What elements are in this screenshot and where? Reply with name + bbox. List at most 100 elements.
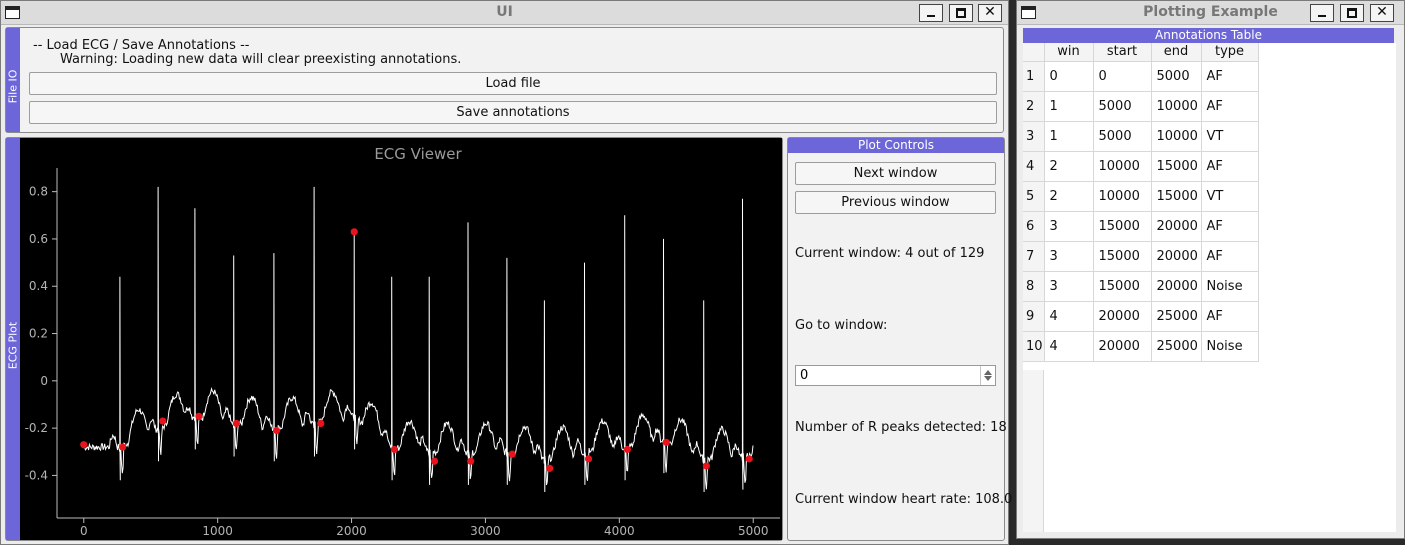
cell-win[interactable]: 3 (1044, 241, 1094, 272)
cell-win[interactable]: 4 (1044, 331, 1094, 362)
cell-start[interactable]: 10000 (1093, 181, 1152, 212)
row-number[interactable]: 1 (1023, 61, 1045, 92)
cell-type[interactable]: AF (1201, 211, 1259, 242)
cell-start[interactable]: 15000 (1093, 211, 1152, 242)
plotting-example-titlebar[interactable]: Plotting Example ✕ (1017, 1, 1404, 25)
load-file-button[interactable]: Load file (29, 72, 997, 95)
cell-type[interactable]: Noise (1201, 331, 1259, 362)
ecg-plot-canvas[interactable]: ECG Viewer -0.4 -0.2 0 0.2 0.4 0.6 0.8 0 1000 200… (20, 138, 782, 540)
table-row[interactable]: 1 0 0 5000 AF (1023, 61, 1259, 92)
plot-controls-title[interactable]: Plot Controls (788, 138, 1004, 153)
close-icon: ✕ (984, 4, 996, 20)
cell-type[interactable]: AF (1201, 301, 1259, 332)
cell-win[interactable]: 3 (1044, 271, 1094, 302)
table-row[interactable]: 8 3 15000 20000 Noise (1023, 271, 1259, 302)
cell-end[interactable]: 25000 (1151, 331, 1202, 362)
cell-win[interactable]: 0 (1044, 61, 1094, 92)
cell-start[interactable]: 20000 (1093, 331, 1152, 362)
annotations-table[interactable]: win start end type 1 0 0 5000 AF 2 1 5000 10000 A… (1023, 43, 1396, 532)
table-row[interactable]: 10 4 20000 25000 Noise (1023, 331, 1259, 362)
r-peak-marker (272, 426, 281, 435)
spinbox-arrows[interactable] (980, 366, 995, 385)
cell-type[interactable]: AF (1201, 151, 1259, 182)
cell-end[interactable]: 5000 (1151, 61, 1202, 92)
previous-window-button[interactable]: Previous window (795, 191, 996, 214)
column-header-type[interactable]: type (1201, 43, 1259, 62)
close-button[interactable]: ✕ (978, 4, 1002, 22)
annotations-table-title[interactable]: Annotations Table (1023, 28, 1394, 43)
cell-win[interactable]: 2 (1044, 151, 1094, 182)
cell-end[interactable]: 15000 (1151, 181, 1202, 212)
row-number[interactable]: 6 (1023, 211, 1045, 242)
cell-start[interactable]: 15000 (1093, 241, 1152, 272)
cell-start[interactable]: 5000 (1093, 91, 1152, 122)
table-row[interactable]: 7 3 15000 20000 AF (1023, 241, 1259, 272)
cell-start[interactable]: 0 (1093, 61, 1152, 92)
minimize-button[interactable] (1310, 4, 1334, 22)
row-number[interactable]: 7 (1023, 241, 1045, 272)
r-peak-marker (390, 445, 398, 454)
cell-start[interactable]: 15000 (1093, 271, 1152, 302)
column-header-end[interactable]: end (1151, 43, 1202, 62)
cell-win[interactable]: 3 (1044, 211, 1094, 242)
cell-type[interactable]: VT (1201, 121, 1259, 152)
annotations-grid[interactable]: win start end type 1 0 0 5000 AF 2 1 5000 10000 A… (1023, 43, 1259, 362)
row-number[interactable]: 4 (1023, 151, 1045, 182)
table-row[interactable]: 6 3 15000 20000 AF (1023, 211, 1259, 242)
table-row[interactable]: 2 1 5000 10000 AF (1023, 91, 1259, 122)
r-peak-marker (80, 441, 88, 449)
row-number[interactable]: 3 (1023, 121, 1045, 152)
row-number[interactable]: 9 (1023, 301, 1045, 332)
table-row[interactable]: 3 1 5000 10000 VT (1023, 121, 1259, 152)
close-button[interactable]: ✕ (1370, 4, 1394, 22)
row-number[interactable]: 5 (1023, 181, 1045, 212)
r-peak-marker (232, 419, 241, 428)
cell-type[interactable]: AF (1201, 241, 1259, 272)
cell-win[interactable]: 2 (1044, 181, 1094, 212)
cell-win[interactable]: 4 (1044, 301, 1094, 332)
row-number[interactable]: 2 (1023, 91, 1045, 122)
table-row[interactable]: 9 4 20000 25000 AF (1023, 301, 1259, 332)
column-header-win[interactable]: win (1044, 43, 1094, 62)
spin-up-icon[interactable] (984, 370, 992, 375)
r-peaks-count-label: Number of R peaks detected: 18 (795, 420, 1007, 435)
cell-end[interactable]: 20000 (1151, 241, 1202, 272)
file-io-dock-handle[interactable]: File IO (6, 28, 20, 132)
cell-end[interactable]: 10000 (1151, 91, 1202, 122)
ecg-trace (83, 186, 754, 493)
row-number[interactable]: 8 (1023, 271, 1045, 302)
goto-window-spinbox[interactable] (795, 365, 996, 386)
cell-start[interactable]: 5000 (1093, 121, 1152, 152)
cell-end[interactable]: 20000 (1151, 271, 1202, 302)
cell-start[interactable]: 10000 (1093, 151, 1152, 182)
table-row[interactable]: 5 2 10000 15000 VT (1023, 181, 1259, 212)
file-io-heading: -- Load ECG / Save Annotations -- (33, 38, 250, 53)
ecg-plot-dock-handle[interactable]: ECG Plot (6, 138, 20, 540)
next-window-button[interactable]: Next window (795, 162, 996, 185)
ecg-chart[interactable]: ECG Viewer -0.4 -0.2 0 0.2 0.4 0.6 0.8 0 1000 200… (20, 138, 782, 540)
minimize-button[interactable] (919, 4, 943, 22)
cell-end[interactable]: 20000 (1151, 211, 1202, 242)
cell-end[interactable]: 25000 (1151, 301, 1202, 332)
heart-rate-label: Current window heart rate: 108.0 (795, 492, 1013, 507)
cell-win[interactable]: 1 (1044, 121, 1094, 152)
row-number[interactable]: 10 (1023, 331, 1045, 362)
main-titlebar[interactable]: UI ✕ (1, 1, 1008, 25)
goto-window-input[interactable] (800, 367, 970, 384)
spin-down-icon[interactable] (984, 376, 992, 381)
maximize-button[interactable] (949, 4, 973, 22)
maximize-button[interactable] (1340, 4, 1364, 22)
save-annotations-button[interactable]: Save annotations (29, 101, 997, 124)
column-header-start[interactable]: start (1093, 43, 1152, 62)
cell-type[interactable]: VT (1201, 181, 1259, 212)
row-number-header[interactable] (1023, 43, 1045, 62)
cell-type[interactable]: AF (1201, 91, 1259, 122)
cell-start[interactable]: 20000 (1093, 301, 1152, 332)
cell-type[interactable]: Noise (1201, 271, 1259, 302)
table-row[interactable]: 4 2 10000 15000 AF (1023, 151, 1259, 182)
cell-end[interactable]: 10000 (1151, 121, 1202, 152)
cell-type[interactable]: AF (1201, 61, 1259, 92)
y-tick-label: 0.4 (29, 279, 48, 293)
cell-win[interactable]: 1 (1044, 91, 1094, 122)
cell-end[interactable]: 15000 (1151, 151, 1202, 182)
